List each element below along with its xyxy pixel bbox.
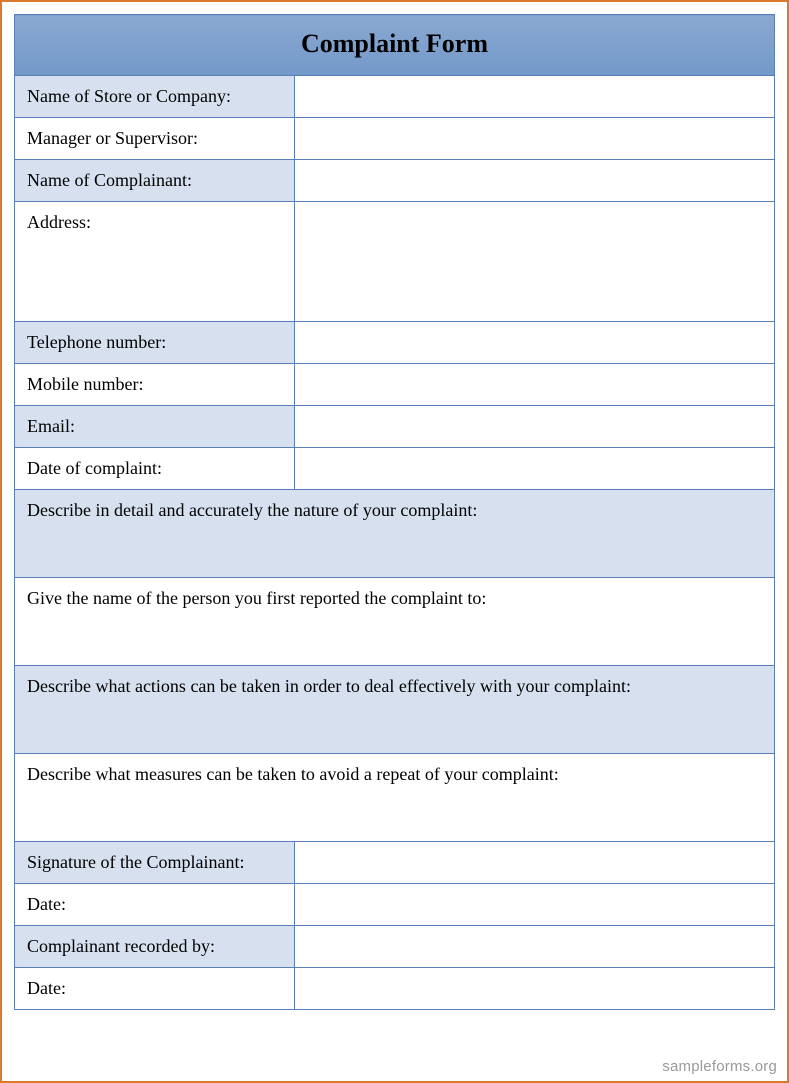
row-date2: Date:	[15, 968, 775, 1010]
row-manager: Manager or Supervisor:	[15, 118, 775, 160]
input-telephone[interactable]	[295, 322, 775, 364]
input-date-complaint[interactable]	[295, 448, 775, 490]
row-measures: Describe what measures can be taken to a…	[15, 754, 775, 842]
input-recorded-by[interactable]	[295, 926, 775, 968]
row-complainant: Name of Complainant:	[15, 160, 775, 202]
label-actions[interactable]: Describe what actions can be taken in or…	[15, 666, 775, 754]
input-store[interactable]	[295, 76, 775, 118]
input-email[interactable]	[295, 406, 775, 448]
input-date2[interactable]	[295, 968, 775, 1010]
complaint-form-table: Complaint Form Name of Store or Company:…	[14, 14, 775, 1010]
input-complainant[interactable]	[295, 160, 775, 202]
label-date-complaint: Date of complaint:	[15, 448, 295, 490]
label-describe-nature[interactable]: Describe in detail and accurately the na…	[15, 490, 775, 578]
label-measures[interactable]: Describe what measures can be taken to a…	[15, 754, 775, 842]
input-date1[interactable]	[295, 884, 775, 926]
row-signature: Signature of the Complainant:	[15, 842, 775, 884]
label-date1: Date:	[15, 884, 295, 926]
row-first-reported: Give the name of the person you first re…	[15, 578, 775, 666]
row-describe-nature: Describe in detail and accurately the na…	[15, 490, 775, 578]
label-email: Email:	[15, 406, 295, 448]
watermark-text: sampleforms.org	[662, 1058, 777, 1075]
form-title: Complaint Form	[15, 15, 775, 76]
label-telephone: Telephone number:	[15, 322, 295, 364]
row-recorded-by: Complainant recorded by:	[15, 926, 775, 968]
form-header-row: Complaint Form	[15, 15, 775, 76]
input-signature[interactable]	[295, 842, 775, 884]
page-container: Complaint Form Name of Store or Company:…	[0, 0, 789, 1083]
label-signature: Signature of the Complainant:	[15, 842, 295, 884]
input-mobile[interactable]	[295, 364, 775, 406]
label-mobile: Mobile number:	[15, 364, 295, 406]
row-date1: Date:	[15, 884, 775, 926]
label-recorded-by: Complainant recorded by:	[15, 926, 295, 968]
label-address: Address:	[15, 202, 295, 322]
input-manager[interactable]	[295, 118, 775, 160]
row-telephone: Telephone number:	[15, 322, 775, 364]
label-manager: Manager or Supervisor:	[15, 118, 295, 160]
label-complainant: Name of Complainant:	[15, 160, 295, 202]
row-store: Name of Store or Company:	[15, 76, 775, 118]
label-first-reported[interactable]: Give the name of the person you first re…	[15, 578, 775, 666]
row-actions: Describe what actions can be taken in or…	[15, 666, 775, 754]
row-date-complaint: Date of complaint:	[15, 448, 775, 490]
label-date2: Date:	[15, 968, 295, 1010]
input-address[interactable]	[295, 202, 775, 322]
row-address: Address:	[15, 202, 775, 322]
label-store: Name of Store or Company:	[15, 76, 295, 118]
row-email: Email:	[15, 406, 775, 448]
row-mobile: Mobile number:	[15, 364, 775, 406]
